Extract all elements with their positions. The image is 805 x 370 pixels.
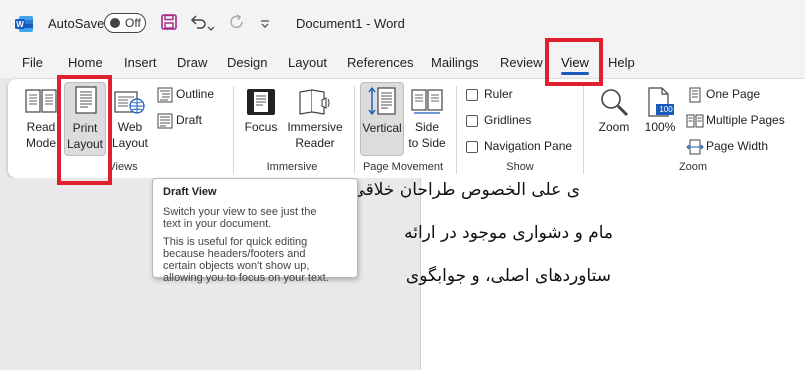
tooltip-text-4: because headers/footers and [163, 248, 306, 260]
one-page-button[interactable]: One Page [686, 86, 796, 104]
undo-dropdown-icon[interactable] [207, 19, 215, 37]
tab-design[interactable]: Design [227, 55, 267, 70]
zoom-button[interactable]: Zoom [594, 86, 634, 156]
undo-icon[interactable] [189, 13, 207, 36]
zoom-100-icon-text: 100 [659, 105, 673, 114]
magnifier-icon [598, 87, 630, 122]
web-layout-icon [114, 88, 146, 121]
navigation-pane-checkbox[interactable]: Navigation Pane [466, 139, 576, 157]
view-tab-highlight [545, 38, 603, 86]
focus-button[interactable]: Focus [240, 86, 282, 156]
ruler-checkbox[interactable]: Ruler [466, 87, 576, 105]
web-layout-button[interactable]: Web Layout [108, 86, 152, 156]
outline-icon [157, 87, 173, 108]
tab-insert[interactable]: Insert [124, 55, 157, 70]
navigation-pane-label: Navigation Pane [484, 139, 573, 153]
document-title: Document1 - Word [296, 16, 405, 31]
immersive-group-label: Immersive [266, 161, 318, 173]
multiple-pages-label: Multiple Pages [706, 113, 785, 127]
document-text-line-2: مام و دشواری موجود در ارائه [404, 223, 613, 243]
separator [233, 86, 234, 174]
zoom-100-button[interactable]: 100 100% [640, 86, 680, 156]
focus-icon [246, 88, 276, 121]
document-text-line-3: ستاوردهای اصلی، و جوابگوی [405, 266, 611, 286]
tab-review[interactable]: Review [500, 55, 543, 70]
outline-button[interactable]: Outline [155, 86, 227, 104]
read-mode-button[interactable]: Read Mode [20, 86, 62, 156]
read-mode-label-2: Mode [25, 136, 57, 150]
side-to-side-icon [411, 88, 443, 121]
zoom-group-label: Zoom [678, 161, 708, 173]
print-layout-highlight [57, 75, 112, 185]
vertical-button[interactable]: Vertical [360, 82, 404, 156]
toggle-state: Off [125, 16, 141, 30]
gridlines-checkbox-box[interactable] [466, 115, 478, 127]
draft-view-tooltip: Draft View Switch your view to see just … [152, 178, 358, 284]
draft-label: Draft [176, 113, 203, 127]
multiple-pages-icon [686, 114, 704, 133]
page-width-icon [686, 139, 704, 160]
toggle-knob [110, 18, 120, 28]
immersive-reader-label-2: Reader [295, 136, 335, 150]
word-app-icon: W [14, 14, 34, 34]
immersive-reader-label-1: Immersive [287, 120, 343, 134]
tab-home[interactable]: Home [68, 55, 103, 70]
page-movement-group-label: Page Movement [362, 161, 444, 173]
tooltip-text-2: text in your document. [163, 218, 272, 230]
document-text-line-1: ی علی الخصوص طراحان خلاقی، و [332, 180, 580, 200]
ruler-checkbox-box[interactable] [466, 89, 478, 101]
web-layout-label-1: Web [117, 120, 143, 134]
vertical-label: Vertical [362, 121, 402, 135]
one-page-label: One Page [706, 87, 761, 101]
separator [583, 86, 584, 174]
customize-toolbar-icon[interactable] [260, 16, 270, 34]
tooltip-text-3: This is useful for quick editing [163, 236, 308, 248]
save-icon[interactable] [160, 13, 178, 36]
gridlines-checkbox[interactable]: Gridlines [466, 113, 576, 131]
web-layout-label-2: Layout [111, 136, 149, 150]
tab-mailings[interactable]: Mailings [431, 55, 479, 70]
tab-help[interactable]: Help [608, 55, 635, 70]
draft-icon [157, 113, 173, 134]
multiple-pages-button[interactable]: Multiple Pages [686, 112, 796, 130]
side-to-side-label-2: to Side [408, 136, 446, 150]
one-page-icon [687, 87, 703, 108]
tooltip-text-6: allowing you to focus on your text. [163, 272, 329, 284]
tooltip-text-5: certain objects won't show up, [163, 260, 310, 272]
page-width-button[interactable]: Page Width [686, 138, 796, 156]
autosave-toggle[interactable]: Off [104, 13, 146, 33]
tooltip-title: Draft View [163, 186, 217, 198]
svg-text:W: W [16, 20, 24, 29]
tab-file[interactable]: File [22, 55, 43, 70]
side-to-side-button[interactable]: Side to Side [405, 86, 449, 156]
redo-icon[interactable] [228, 13, 246, 36]
separator [456, 86, 457, 174]
zoom-100-label: 100% [644, 120, 676, 134]
immersive-reader-icon [298, 88, 332, 121]
vertical-icon [367, 86, 397, 121]
tab-layout[interactable]: Layout [288, 55, 327, 70]
immersive-reader-button[interactable]: Immersive Reader [285, 86, 345, 156]
read-mode-label-1: Read [26, 120, 56, 134]
autosave-label: AutoSave [48, 16, 105, 31]
ruler-label: Ruler [484, 87, 513, 101]
tab-draw[interactable]: Draw [177, 55, 207, 70]
separator [354, 86, 355, 174]
gridlines-label: Gridlines [484, 113, 532, 127]
tab-references[interactable]: References [347, 55, 413, 70]
tooltip-text-1: Switch your view to see just the [163, 206, 317, 218]
draft-button[interactable]: Draft [155, 112, 227, 130]
side-to-side-label-1: Side [414, 120, 440, 134]
outline-label: Outline [176, 87, 215, 101]
show-group-label: Show [506, 161, 534, 173]
read-mode-icon [25, 88, 57, 121]
focus-label: Focus [244, 120, 278, 134]
navigation-pane-checkbox-box[interactable] [466, 141, 478, 153]
zoom-label: Zoom [598, 120, 630, 134]
page-width-label: Page Width [706, 139, 769, 153]
